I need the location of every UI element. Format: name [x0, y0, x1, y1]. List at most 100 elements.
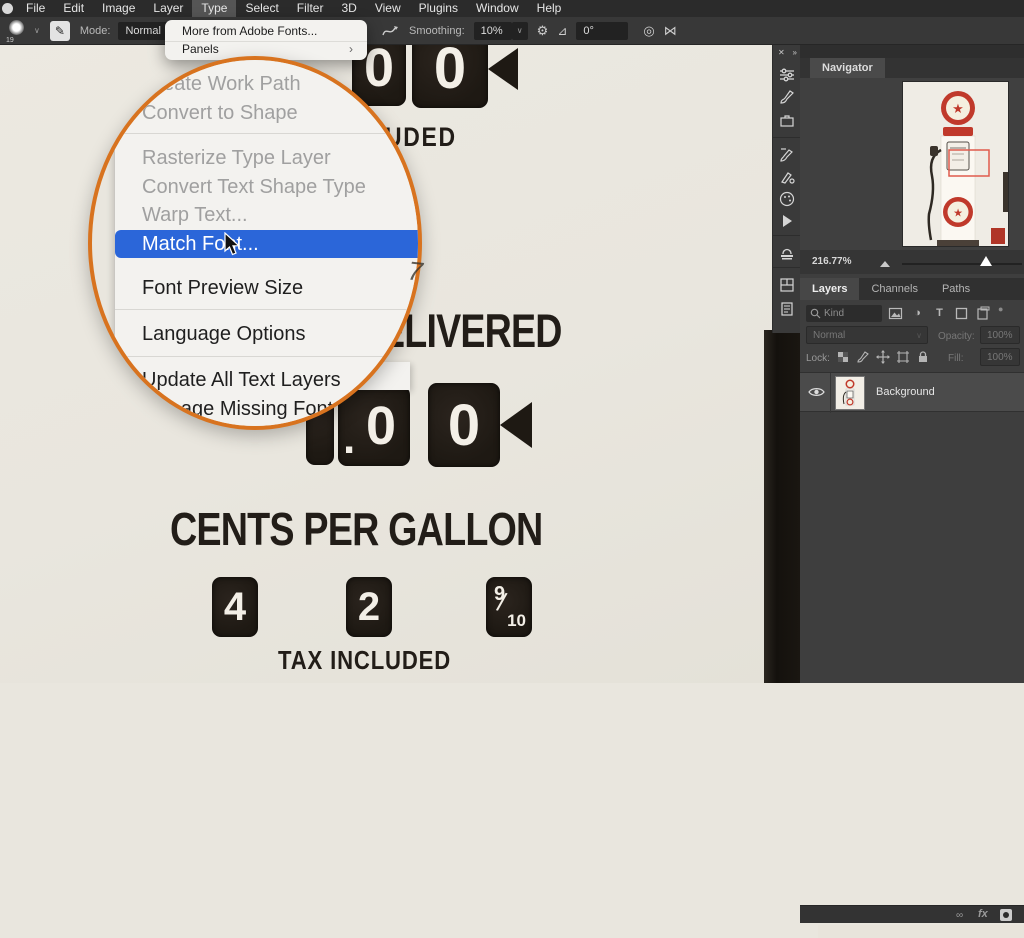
- menu-select[interactable]: Select: [236, 0, 287, 17]
- blend-mode-dropdown-disabled: Normal ∨: [806, 326, 928, 344]
- menu-item-match-font[interactable]: Match Font...: [115, 230, 422, 258]
- tab-navigator[interactable]: Navigator: [810, 58, 885, 78]
- smoothing-value-field[interactable]: 10%: [474, 22, 512, 40]
- navigator-thumbnail[interactable]: ★ ★: [903, 82, 1008, 246]
- menu-window[interactable]: Window: [467, 0, 528, 17]
- menu-item-update-all-text-layers[interactable]: Update All Text Layers: [115, 366, 422, 395]
- clone-source-stamp-icon[interactable]: [779, 245, 795, 261]
- tool-presets-icon[interactable]: [779, 113, 795, 129]
- menu-item-convert-to-shape: Convert to Shape: [115, 99, 422, 128]
- symmetry-butterfly-icon[interactable]: ⋈: [664, 23, 677, 39]
- filter-smart-objects-icon[interactable]: [976, 306, 991, 321]
- filter-type-layers-icon[interactable]: T: [932, 306, 947, 321]
- counter-pointer-icon: [500, 402, 532, 448]
- zoom-out-icon[interactable]: [880, 261, 890, 267]
- opacity-label: Opacity:: [938, 331, 975, 342]
- airbrush-icon[interactable]: ◎: [643, 23, 654, 39]
- price-tile-digit: 4: [224, 585, 246, 630]
- menu-help[interactable]: Help: [528, 0, 571, 17]
- tab-channels[interactable]: Channels: [859, 278, 929, 300]
- layer-thumbnail[interactable]: [836, 377, 864, 409]
- menu-item-manage-missing-fonts[interactable]: Manage Missing Fonts...: [115, 395, 422, 424]
- menu-edit[interactable]: Edit: [54, 0, 93, 17]
- filter-toggle-dot-icon[interactable]: ●: [998, 304, 1003, 314]
- dock-header: ✕ »: [773, 45, 801, 59]
- dock-divider: [773, 235, 801, 236]
- menu-plugins[interactable]: Plugins: [410, 0, 467, 17]
- lock-pixels-brush-icon[interactable]: [856, 350, 870, 364]
- layer-visibility-eye-icon[interactable]: [808, 386, 825, 398]
- menu-layer[interactable]: Layer: [144, 0, 192, 17]
- fill-value-field: 100%: [980, 348, 1020, 366]
- brush-size-label: 19: [6, 37, 14, 44]
- zoom-slider-thumb[interactable]: [980, 256, 992, 266]
- magnifier-circle-annotation: › Create Work Path Convert to Shape Rast…: [88, 56, 422, 430]
- lock-position-move-icon[interactable]: [876, 350, 890, 364]
- filter-pixel-layers-icon[interactable]: [888, 306, 903, 321]
- actions-play-icon[interactable]: [779, 213, 795, 229]
- mouse-cursor: [224, 232, 242, 256]
- adjustments-panel-icon[interactable]: [779, 301, 795, 317]
- counter-pointer-icon: [488, 48, 518, 90]
- tab-paths[interactable]: Paths: [930, 278, 982, 300]
- navigator-tab-row: Navigator: [800, 58, 1024, 78]
- svg-text:★: ★: [953, 208, 963, 220]
- libraries-panel-icon[interactable]: [779, 277, 795, 293]
- tab-layers[interactable]: Layers: [800, 278, 859, 300]
- menu-item-convert-text-shape-type: Convert Text Shape Type: [115, 173, 422, 202]
- lock-all-padlock-icon[interactable]: [916, 350, 930, 364]
- opacity-value-field: 100%: [980, 326, 1020, 344]
- brush-tip-preview-icon: [9, 20, 24, 35]
- gas-pump-preview-image: ★ ★: [903, 82, 1008, 246]
- close-icon[interactable]: ✕: [778, 48, 785, 57]
- chevron-down-icon[interactable]: ∨: [512, 22, 528, 40]
- zoom-slider-track[interactable]: [902, 263, 1022, 265]
- menu-3d[interactable]: 3D: [332, 0, 365, 17]
- filter-adjustment-layers-icon[interactable]: ◑: [910, 306, 925, 321]
- chevron-down-icon[interactable]: ∨: [34, 26, 40, 35]
- menu-divider: [115, 309, 422, 310]
- type-menu-dropdown: More from Adobe Fonts... Panels ›: [165, 20, 367, 60]
- layer-style-fx-button[interactable]: fx: [978, 908, 988, 920]
- menu-divider: [115, 356, 422, 357]
- smoothing-curve-icon[interactable]: [382, 24, 400, 38]
- lock-label: Lock:: [806, 353, 830, 364]
- menu-item-more-from-adobe-fonts[interactable]: More from Adobe Fonts...: [165, 20, 367, 41]
- brush-preset-picker[interactable]: 19: [6, 18, 28, 44]
- brushes-panel-icon[interactable]: [779, 147, 795, 163]
- smoothing-label: Smoothing:: [409, 25, 465, 37]
- menu-filter[interactable]: Filter: [288, 0, 333, 17]
- properties-sliders-icon[interactable]: [779, 67, 795, 83]
- panel-dock-strip: ✕ »: [772, 45, 800, 333]
- brush-angle-field[interactable]: 0°: [576, 22, 628, 40]
- layer-filter-kind-dropdown[interactable]: Kind: [806, 305, 882, 322]
- right-panel-group: Navigator ★ ★: [800, 45, 1024, 683]
- submenu-arrow-icon: ›: [349, 42, 353, 57]
- apple-logo-icon[interactable]: [2, 3, 13, 14]
- link-layers-icon[interactable]: ∞: [956, 910, 963, 921]
- layers-panel-bottom-bar: ∞ fx: [800, 905, 1024, 923]
- layers-tab-row: Layers Channels Paths: [800, 278, 1024, 300]
- secondary-window-sliver: [818, 925, 1024, 938]
- menu-item-font-preview-size[interactable]: Font Preview Size: [115, 274, 422, 303]
- zoom-level-value[interactable]: 216.77%: [812, 256, 851, 267]
- menu-type[interactable]: Type: [192, 0, 236, 17]
- new-adjustment-layer-icon[interactable]: [1000, 909, 1012, 921]
- menu-item-rasterize-type-layer: Rasterize Type Layer: [115, 144, 422, 173]
- brush-panel-toggle-button[interactable]: ✎: [50, 21, 70, 41]
- swatches-palette-icon[interactable]: [779, 191, 795, 207]
- lock-artboard-icon[interactable]: [896, 350, 910, 364]
- mode-label: Mode:: [80, 25, 111, 37]
- layer-row-background[interactable]: Background: [800, 372, 1024, 412]
- filter-shape-layers-icon[interactable]: [954, 306, 969, 321]
- menu-file[interactable]: File: [17, 0, 54, 17]
- expand-panels-icon[interactable]: »: [793, 48, 797, 57]
- menu-item-language-options[interactable]: Language Options: [115, 320, 422, 349]
- navigator-panel: ★ ★: [800, 78, 1024, 250]
- menu-view[interactable]: View: [366, 0, 410, 17]
- brush-settings-icon[interactable]: [779, 89, 795, 105]
- mixer-brush-icon[interactable]: [779, 169, 795, 185]
- menu-image[interactable]: Image: [93, 0, 144, 17]
- lock-transparency-icon[interactable]: [836, 350, 850, 364]
- smoothing-options-gear-icon[interactable]: ⚙: [537, 23, 549, 39]
